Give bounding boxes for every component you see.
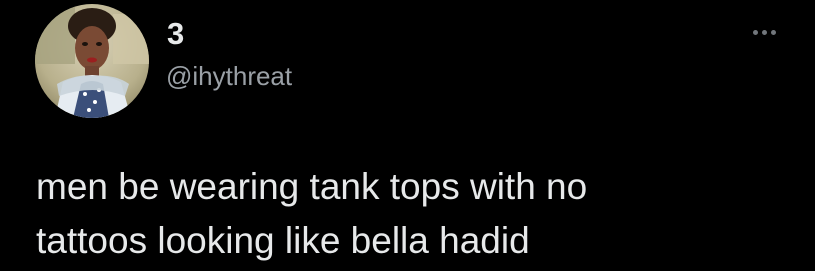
more-options-icon-dot [770,29,776,35]
tweet-text-line: men be wearing tank tops with no [36,166,588,207]
more-options-icon [752,29,758,35]
author-display-name[interactable]: 3 [167,16,184,52]
tweet-text: men be wearing tank tops with no tattoos… [36,160,796,268]
avatar-photo-icon [35,4,149,118]
tweet-card: 3 @ihythreat men be wearing tank tops wi… [0,0,815,271]
tweet-text-line: tattoos looking like bella hadid [36,220,530,261]
author-avatar[interactable] [35,4,149,118]
author-handle[interactable]: @ihythreat [166,60,292,92]
more-options-icon-dot [761,29,767,35]
more-options-button[interactable] [748,20,780,44]
